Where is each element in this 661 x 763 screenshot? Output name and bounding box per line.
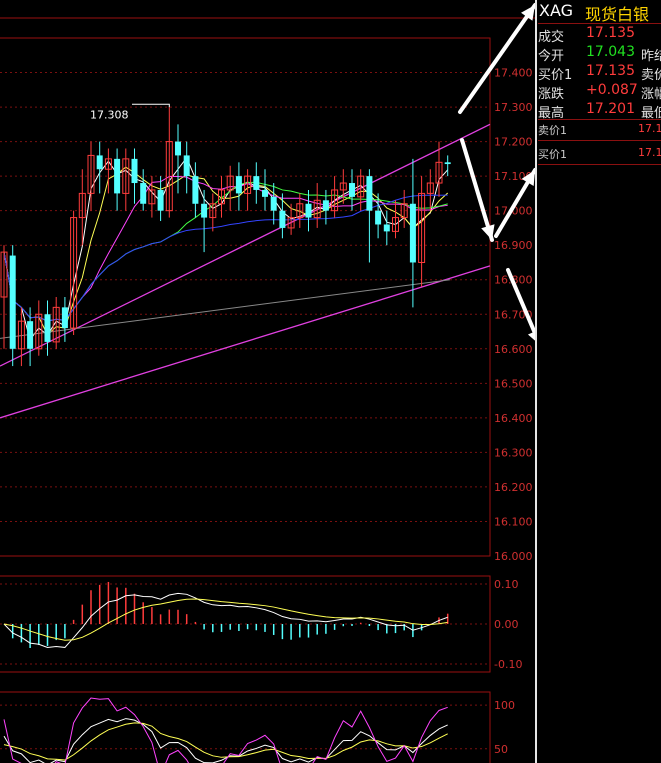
chart-frames: [0, 17, 535, 763]
macd-tick-label: 0.00: [494, 618, 519, 631]
y-tick-label: 16.600: [494, 343, 533, 356]
candlesticks: [0, 107, 451, 367]
kdj-tick-label: 100: [494, 699, 515, 712]
y-tick-label: 17.300: [494, 101, 533, 114]
quote-row: 最高 17.201 最低: [538, 100, 661, 120]
quote-label: 最高: [538, 106, 565, 120]
quote-header: XAG 现货白银: [538, 0, 661, 24]
candle-body-down: [27, 321, 34, 349]
candle-body-down: [9, 255, 16, 349]
quote-value: 17.135: [586, 63, 635, 79]
candle-body-down: [253, 176, 260, 190]
quote-row: 涨跌 +0.087 涨幅: [538, 81, 661, 101]
quote-row: 买价1 17.135 卖价: [538, 62, 661, 82]
candle-body-down: [270, 196, 277, 211]
macd-panel: [0, 581, 490, 665]
arrow-shaft: [460, 138, 494, 242]
macd-tick-label: -0.10: [494, 658, 522, 671]
candle-body-down: [44, 314, 51, 342]
candle-body-down: [235, 176, 242, 194]
kdj-tick-label: 50: [494, 743, 508, 756]
candle-body-down: [175, 141, 181, 156]
quote-label: 今开: [538, 49, 565, 63]
candle-body-down: [375, 210, 382, 225]
candle-body-down: [322, 200, 329, 211]
macd-dif-line: [3, 592, 448, 648]
candle-body-down: [96, 155, 103, 170]
quote-row: 成交 17.135: [538, 24, 661, 44]
quote-value: 17.135: [586, 25, 635, 41]
candle-body-down: [140, 183, 147, 204]
y-tick-label: 16.000: [494, 550, 533, 563]
quote-label: 成交: [538, 30, 565, 44]
price-chart: 16.000 16.100 16.200 16.300 16.400 16.500 16.6…: [0, 3, 535, 763]
orderbook-value: 17.1: [638, 122, 661, 135]
orderbook-value: 17.1: [638, 146, 661, 159]
candle-body-down: [131, 158, 138, 184]
quote-label: 买价1: [538, 68, 573, 82]
candle-body-down: [192, 176, 199, 204]
candle-body-down: [279, 210, 286, 228]
quote-value: 17.201: [586, 101, 635, 117]
y-tick-label: 16.200: [494, 481, 533, 494]
quote-label-right: 卖价: [641, 68, 661, 82]
y-tick-label: 17.400: [494, 67, 533, 80]
kdj-j-line: [3, 697, 448, 763]
candle-body-down: [183, 155, 190, 177]
panel-divider: [535, 0, 537, 763]
orderbook-divider: [538, 164, 661, 165]
candle-body-down: [349, 183, 355, 197]
candle-body-down: [444, 162, 451, 165]
orderbook-divider: [538, 140, 661, 141]
y-tick-label: 16.300: [494, 446, 533, 459]
quote-label-right: 涨幅: [641, 87, 661, 101]
y-tick-label: 16.100: [494, 515, 533, 528]
orderbook-row: 卖价1 17.1: [538, 120, 661, 138]
candle-body-down: [114, 158, 121, 194]
orderbook-row: 买价1 17.1: [538, 144, 661, 162]
candle-body-down: [366, 176, 373, 211]
y-tick-label: 16.500: [494, 377, 533, 390]
quote-label: 涨跌: [538, 87, 565, 101]
candle-body-down: [157, 189, 164, 211]
quote-panel: XAG 现货白银 成交 17.135 今开 17.043 昨结 买价1 17.135 卖价 涨跌…: [538, 0, 661, 763]
arrow-shaft: [458, 3, 535, 114]
y-tick-label: 17.200: [494, 136, 533, 149]
y-tick-label: 16.900: [494, 239, 533, 252]
candle-body-down: [61, 307, 68, 329]
orderbook-label: 买价1: [538, 148, 567, 161]
annotation-label: 17.308: [90, 108, 129, 121]
candle-body-down: [409, 203, 416, 263]
symbol-name: 现货白银: [585, 5, 650, 24]
quote-value: +0.087: [586, 82, 638, 98]
macd-tick-label: 0.10: [494, 578, 519, 591]
y-axis-ticks: 16.000 16.100 16.200 16.300 16.400 16.500 16.6…: [494, 67, 533, 756]
y-tick-label: 16.400: [494, 412, 533, 425]
candle-body-down: [201, 203, 208, 218]
quote-row: 今开 17.043 昨结: [538, 43, 661, 63]
symbol-code: XAG: [539, 1, 574, 20]
kdj-d-line: [3, 722, 448, 761]
quote-value: 17.043: [586, 44, 635, 60]
quote-label-right: 昨结: [641, 49, 661, 63]
kdj-panel: [0, 697, 490, 763]
candle-body-down: [305, 203, 312, 218]
candle-body-down: [383, 224, 390, 232]
candle-body-down: [262, 189, 268, 197]
quote-label-right: 最低: [641, 106, 661, 120]
orderbook-label: 卖价1: [538, 124, 567, 137]
